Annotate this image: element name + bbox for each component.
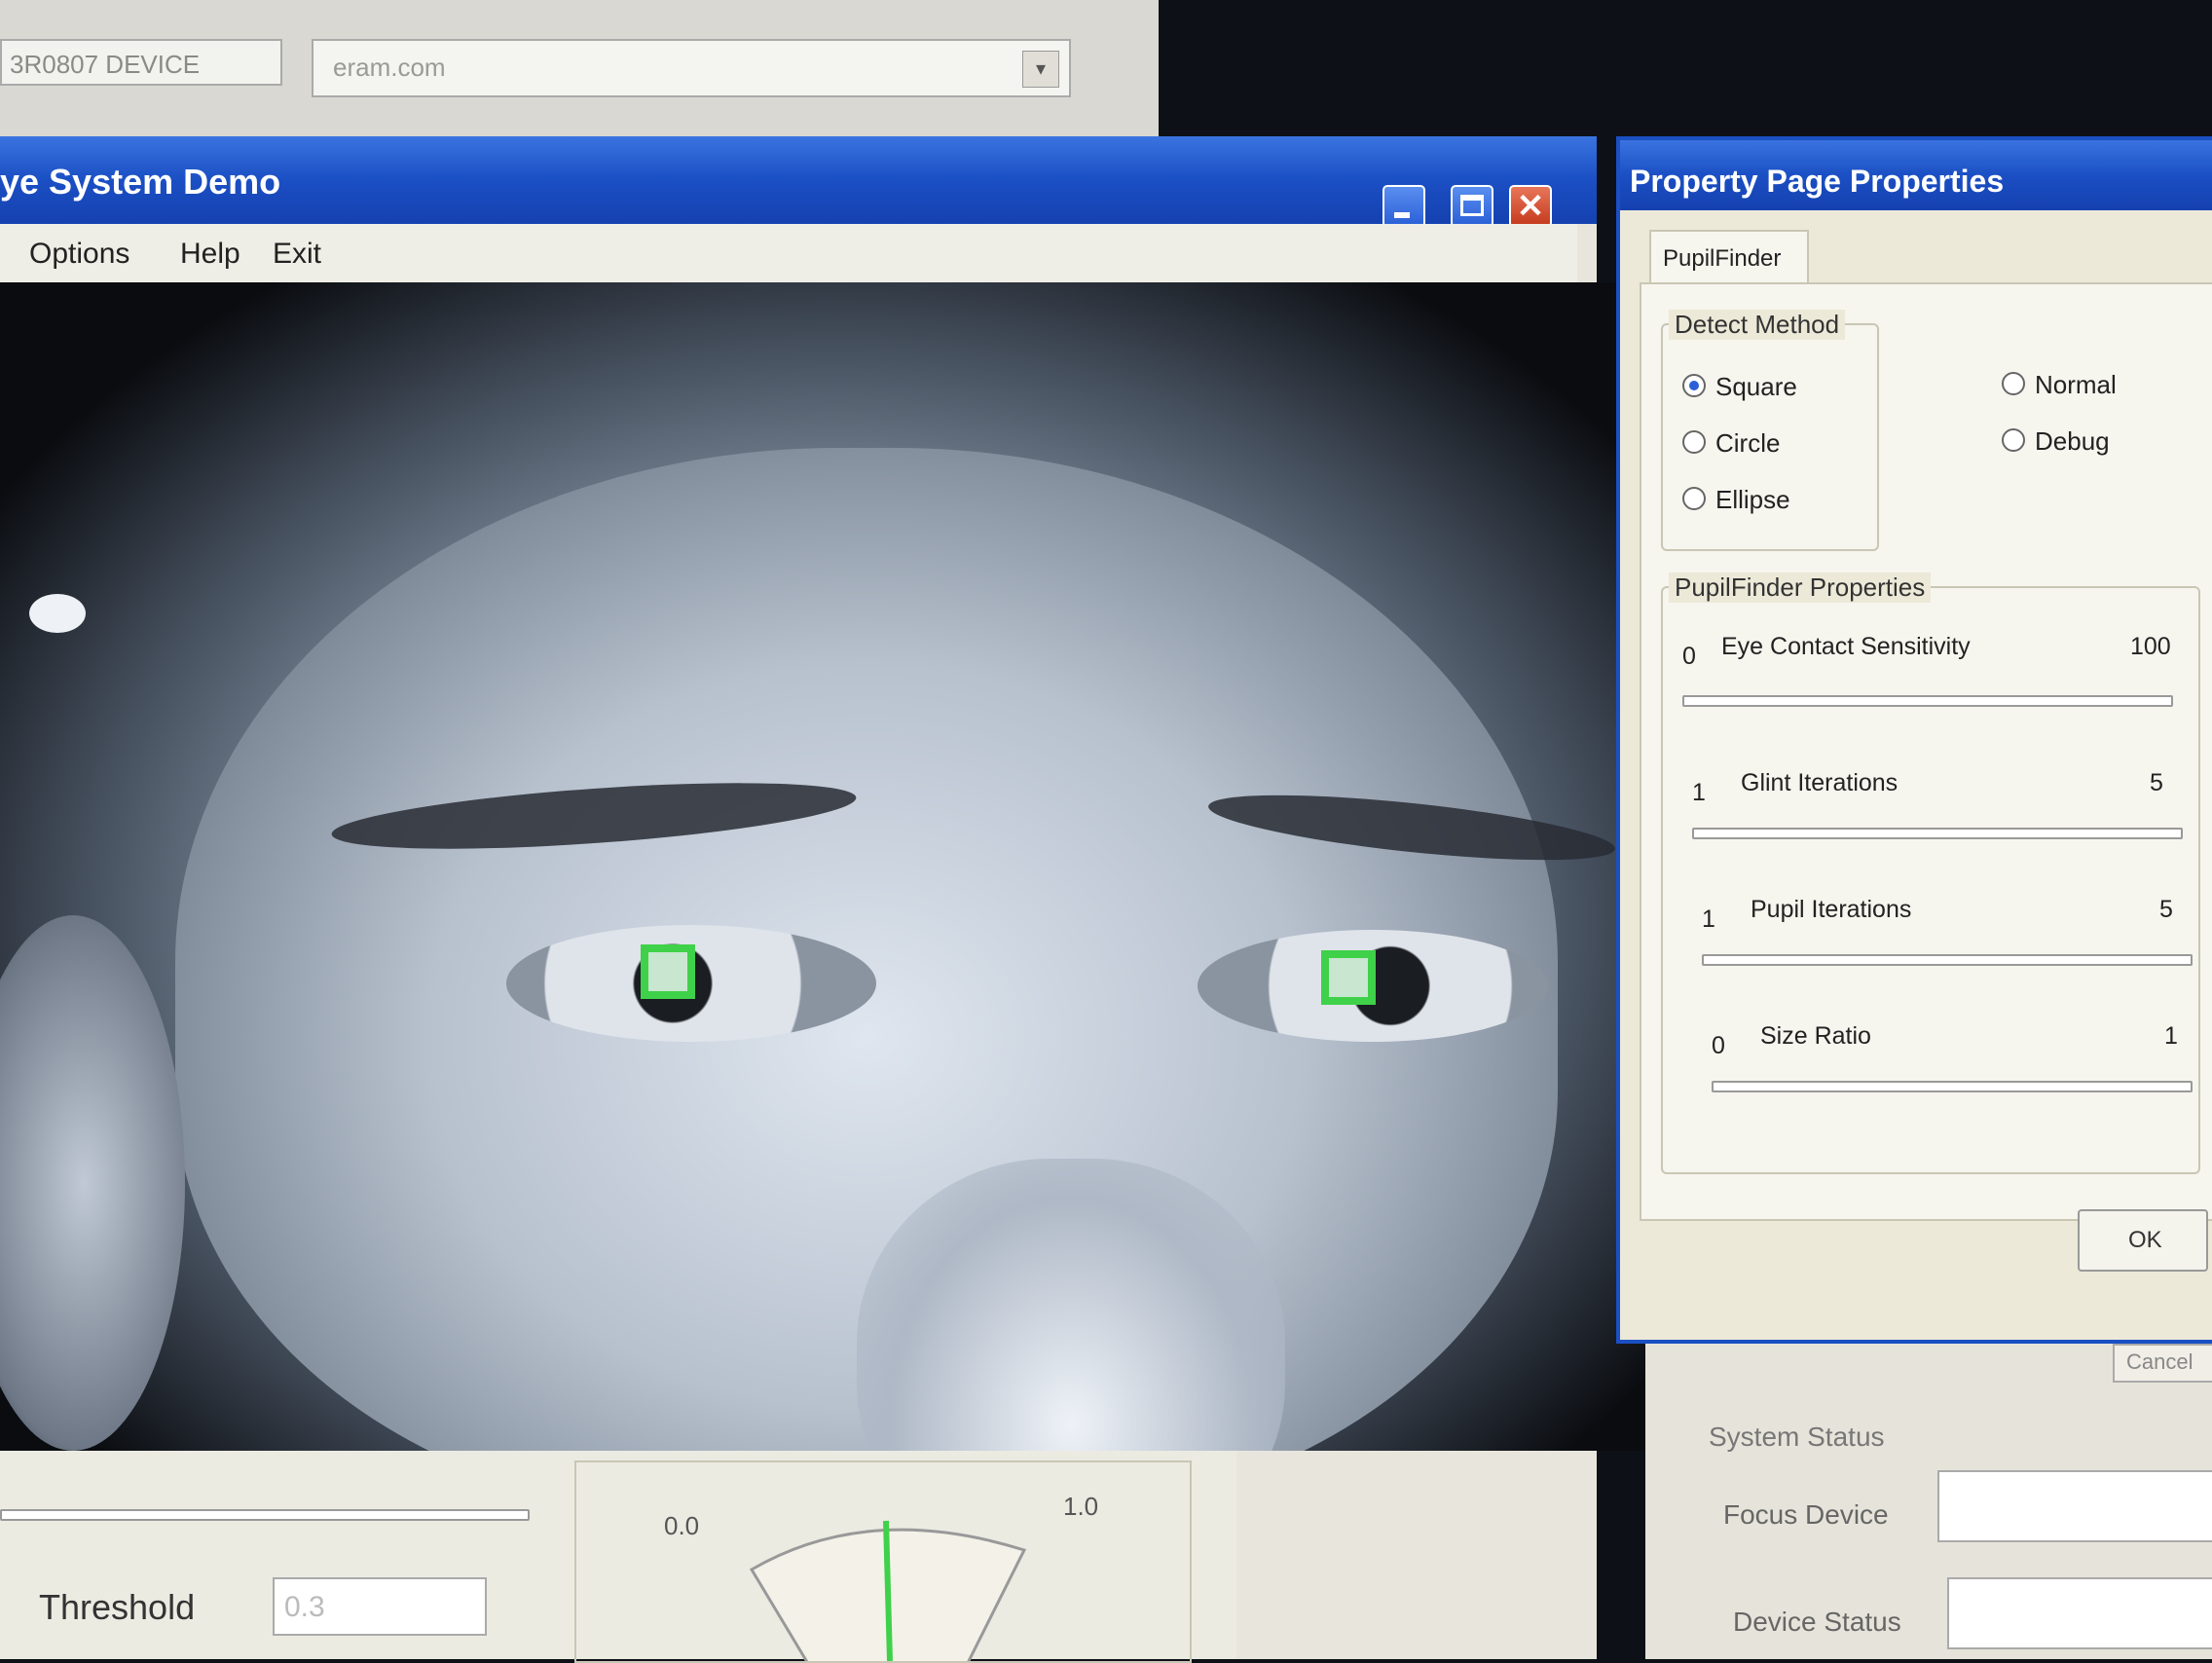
radio-normal[interactable]	[2002, 372, 2025, 395]
main-window: ye System Demo ✕ Options Help Exit Thres…	[0, 136, 1670, 1663]
main-window-title: ye System Demo	[0, 162, 281, 202]
close-button[interactable]: ✕	[1509, 185, 1552, 228]
system-status-panel: Cancel System Status Focus Device Device…	[1645, 1344, 2212, 1659]
menu-help[interactable]: Help	[180, 238, 240, 271]
background-dropdown[interactable]: eram.com ▾	[312, 39, 1071, 97]
radio-ellipse-label: Ellipse	[1715, 485, 1790, 514]
property-titlebar: Property Page Properties	[1620, 140, 2212, 210]
threshold-value: 0.3	[284, 1591, 325, 1623]
ear	[0, 915, 185, 1451]
glint-slider[interactable]	[1692, 828, 2183, 839]
gauge	[749, 1520, 1027, 1661]
ok-button-label: OK	[2128, 1227, 2162, 1253]
background-dropdown-value: eram.com	[333, 53, 446, 82]
glint-label: Glint Iterations	[1741, 769, 1899, 796]
tab-pupilfinder-label: PupilFinder	[1663, 245, 1782, 272]
radio-debug-label: Debug	[2035, 426, 2110, 456]
cancel-button[interactable]: Cancel	[2113, 1344, 2212, 1383]
size-ratio-label: Size Ratio	[1760, 1022, 1871, 1050]
glint-min: 1	[1692, 779, 1706, 806]
detect-method-group: Detect Method Square Circle Ellipse	[1661, 310, 1879, 551]
radio-circle[interactable]	[1682, 430, 1706, 454]
main-titlebar: ye System Demo ✕	[0, 136, 1597, 228]
left-pupil-marker	[641, 944, 695, 999]
threshold-input[interactable]: 0.3	[273, 1577, 487, 1636]
radio-normal-label: Normal	[2035, 370, 2117, 399]
radio-square-label: Square	[1715, 372, 1797, 401]
minimize-icon	[1394, 212, 1410, 218]
menu-bar: Options Help Exit	[0, 224, 1577, 286]
radio-circle-label: Circle	[1715, 428, 1781, 458]
pupil-label: Pupil Iterations	[1751, 896, 1912, 923]
pupil-min: 1	[1702, 905, 1715, 933]
background-window: 3R0807 DEVICE eram.com ▾	[0, 0, 1159, 146]
property-window: Property Page Properties PupilFinder Det…	[1616, 136, 2212, 1344]
chevron-down-icon[interactable]: ▾	[1022, 51, 1059, 88]
size-ratio-min: 0	[1712, 1032, 1725, 1059]
camera-feed	[0, 282, 1670, 1451]
threshold-label: Threshold	[39, 1587, 196, 1627]
cancel-button-label: Cancel	[2126, 1349, 2194, 1374]
size-ratio-max: 1	[2164, 1022, 2178, 1050]
radio-debug[interactable]	[2002, 428, 2025, 452]
glare-spot	[29, 594, 86, 633]
gauge-panel: 0.0 1.0	[574, 1460, 1192, 1663]
device-status-label: Device Status	[1733, 1607, 1901, 1637]
size-ratio-slider[interactable]	[1712, 1081, 2193, 1092]
menu-options[interactable]: Options	[29, 238, 129, 271]
ok-button[interactable]: OK	[2078, 1209, 2208, 1272]
pupilfinder-properties-label: PupilFinder Properties	[1669, 573, 1932, 603]
tab-pupilfinder[interactable]: PupilFinder	[1649, 230, 1809, 286]
property-window-title: Property Page Properties	[1630, 164, 2005, 199]
glint-max: 5	[2150, 769, 2163, 796]
maximize-button[interactable]	[1451, 185, 1493, 228]
gauge-needle	[883, 1520, 893, 1661]
close-icon: ✕	[1516, 188, 1545, 225]
pupilfinder-properties-group: PupilFinder Properties 0 Eye Contact Sen…	[1661, 573, 2200, 1174]
background-field[interactable]: 3R0807 DEVICE	[0, 39, 282, 86]
radio-square[interactable]	[1682, 374, 1706, 397]
menu-exit[interactable]: Exit	[273, 238, 321, 271]
sensitivity-max: 100	[2130, 633, 2171, 660]
right-pupil-marker	[1321, 950, 1376, 1005]
detect-method-label: Detect Method	[1669, 310, 1846, 340]
threshold-slider-track[interactable]	[0, 1509, 530, 1521]
pupil-slider[interactable]	[1702, 954, 2193, 966]
device-status-field[interactable]	[1947, 1577, 2212, 1649]
system-status-label: System Status	[1709, 1422, 1885, 1452]
focus-device-field[interactable]	[1937, 1470, 2212, 1542]
focus-device-label: Focus Device	[1723, 1499, 1889, 1530]
minimize-button[interactable]	[1382, 185, 1425, 228]
radio-ellipse[interactable]	[1682, 487, 1706, 510]
sensitivity-slider[interactable]	[1682, 695, 2173, 707]
tab-page: Detect Method Square Circle Ellipse Norm…	[1640, 282, 2212, 1221]
bottom-panel: Threshold 0.3 0.0 1.0	[0, 1451, 1236, 1663]
maximize-icon	[1460, 195, 1484, 216]
pupil-max: 5	[2159, 896, 2173, 923]
sensitivity-min: 0	[1682, 643, 1696, 670]
sensitivity-label: Eye Contact Sensitivity	[1721, 633, 1971, 660]
